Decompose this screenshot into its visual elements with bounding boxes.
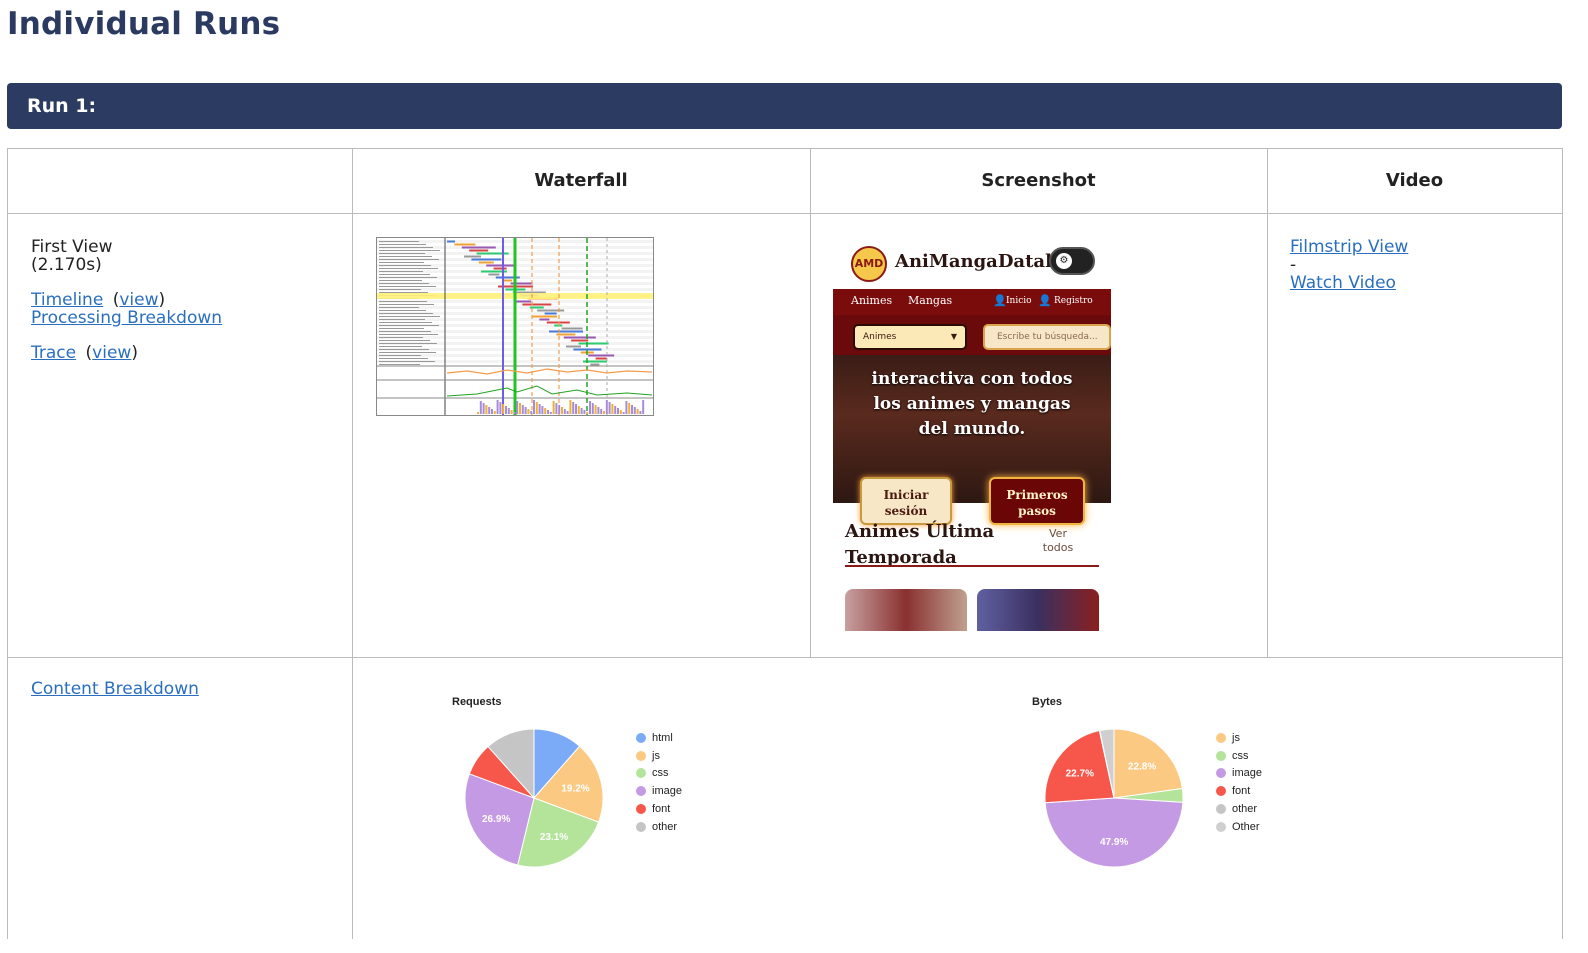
season-title: Animes Última Temporada: [845, 519, 994, 571]
legend-label: other: [652, 820, 678, 833]
legend-swatch: [1216, 733, 1226, 743]
header-screenshot: Screenshot: [981, 170, 1096, 191]
user-add-icon: 👤: [1038, 294, 1052, 307]
shot-search-input: Escribe tu búsqueda...: [983, 324, 1111, 350]
waterfall-graphic: [377, 238, 653, 415]
shot-login-button: Iniciar sesión: [860, 477, 952, 525]
run-header: Run 1:: [7, 83, 1562, 129]
pie-data-label: 19.2%: [561, 784, 589, 795]
processing-breakdown-link[interactable]: Processing Breakdown: [31, 308, 222, 328]
see-all-link: Ver todos: [1042, 527, 1074, 554]
content-breakdown-link[interactable]: Content Breakdown: [31, 679, 199, 699]
timeline-link[interactable]: Timeline: [31, 290, 103, 310]
select-value: Animes: [863, 332, 897, 342]
pie-data-label: 26.9%: [482, 814, 510, 825]
pie-chart-svg: 19.2% 23.1% 26.9%: [464, 728, 604, 868]
caret-down-icon: ▼: [950, 332, 957, 341]
legend-swatch: [636, 733, 646, 743]
legend-label: js: [1232, 732, 1240, 744]
legend-label: css: [652, 767, 669, 780]
theme-toggle: ⚙: [1049, 247, 1095, 275]
header-video: Video: [1385, 170, 1444, 191]
row-divider: [8, 213, 1563, 214]
row-divider: [8, 657, 1563, 658]
hero-line-1: interactiva con todos: [871, 369, 1073, 389]
pie-data-label: 47.9%: [1100, 837, 1128, 848]
legend-swatch: [1216, 803, 1226, 814]
shot-search-bar: Animes ▼ Escribe tu búsqueda...: [833, 315, 1111, 355]
hero-text: interactiva con todos los animes y manga…: [833, 367, 1111, 442]
legend-swatch: [636, 821, 646, 832]
legend-label: html: [652, 732, 673, 744]
shot-select: Animes ▼: [853, 324, 967, 350]
column-divider: [1267, 149, 1268, 657]
legend-swatch: [636, 803, 646, 814]
first-view-label: First View: [31, 237, 113, 257]
trace-line: Trace (view): [31, 344, 222, 362]
pie-data-label: 22.8%: [1128, 762, 1156, 773]
pie-chart-svg: 22.8% 47.9% 22.7%: [1044, 728, 1184, 868]
timeline-line: Timeline (view): [31, 291, 222, 309]
column-divider: [810, 149, 811, 657]
gear-icon: ⚙: [1056, 253, 1072, 269]
shot-nav: Animes Mangas 👤 Inicio 👤 Registro: [833, 289, 1111, 315]
watch-video-link[interactable]: Watch Video: [1290, 274, 1408, 292]
paren-close: ): [131, 343, 138, 363]
column-divider: [1562, 149, 1563, 939]
nav-inicio: Inicio: [1006, 296, 1032, 306]
shot-logo: AMD: [851, 246, 887, 282]
requests-chart-title: Requests: [452, 696, 502, 708]
anime-thumbnail: [845, 589, 967, 631]
nav-animes: Animes: [851, 294, 893, 307]
shot-header: AMD AniMangaDatahub ⚙: [833, 237, 1111, 289]
video-links: Filmstrip View - Watch Video: [1290, 238, 1408, 292]
season-divider: [845, 565, 1099, 567]
season-title-line-1: Animes Última: [845, 521, 995, 542]
requests-chart: 19.2% 23.1% 26.9% Requests html js css image f…: [448, 694, 748, 894]
page-screenshot[interactable]: AMD AniMangaDatahub ⚙ Animes Mangas 👤 In…: [833, 237, 1111, 631]
bytes-chart: 22.8% 47.9% 22.7% Bytes js css image font othe…: [1028, 694, 1328, 894]
legend-label: js: [652, 749, 660, 762]
results-table: Waterfall Screenshot Video First View (2…: [7, 148, 1563, 939]
anime-thumbnail: [977, 589, 1099, 631]
legend-swatch: [1216, 750, 1226, 761]
pie-slice-image: [1044, 797, 1184, 868]
column-divider: [352, 149, 353, 939]
legend-label: image: [652, 785, 682, 798]
legend-label: image: [1232, 767, 1262, 780]
legend-label: Other: [1232, 820, 1260, 833]
content-breakdown-cell: Content Breakdown: [31, 680, 199, 698]
header-waterfall: Waterfall: [534, 170, 628, 191]
bytes-chart-title: Bytes: [1032, 696, 1062, 708]
hero-line-3: del mundo.: [918, 419, 1026, 439]
pie-data-label: 23.1%: [540, 832, 568, 843]
hero-line-2: los animes y mangas: [873, 394, 1071, 414]
filmstrip-view-link[interactable]: Filmstrip View: [1290, 238, 1408, 256]
nav-mangas: Mangas: [908, 294, 953, 307]
legend-label: font: [1232, 785, 1251, 798]
legend-label: other: [1232, 802, 1258, 815]
timeline-view-link[interactable]: view: [119, 290, 158, 310]
pie-data-label: 22.7%: [1066, 768, 1094, 779]
season-title-line-2: Temporada: [845, 547, 957, 568]
trace-view-link[interactable]: view: [92, 343, 131, 363]
legend-label: css: [1232, 749, 1249, 762]
nav-registro: Registro: [1054, 296, 1093, 306]
video-separator: -: [1290, 255, 1297, 275]
first-view-info: First View (2.170s) Timeline (view) Proc…: [31, 238, 222, 362]
shot-start-button: Primeros pasos: [989, 477, 1085, 525]
legend-swatch: [1216, 821, 1226, 832]
legend-swatch: [636, 750, 646, 761]
user-icon: 👤: [993, 294, 1007, 307]
paren-close: ): [158, 290, 166, 310]
page-title: Individual Runs: [7, 6, 281, 42]
legend-label: font: [652, 802, 671, 815]
waterfall-thumbnail[interactable]: [376, 237, 654, 416]
first-view-time: (2.170s): [31, 255, 102, 275]
trace-link[interactable]: Trace: [31, 343, 76, 363]
